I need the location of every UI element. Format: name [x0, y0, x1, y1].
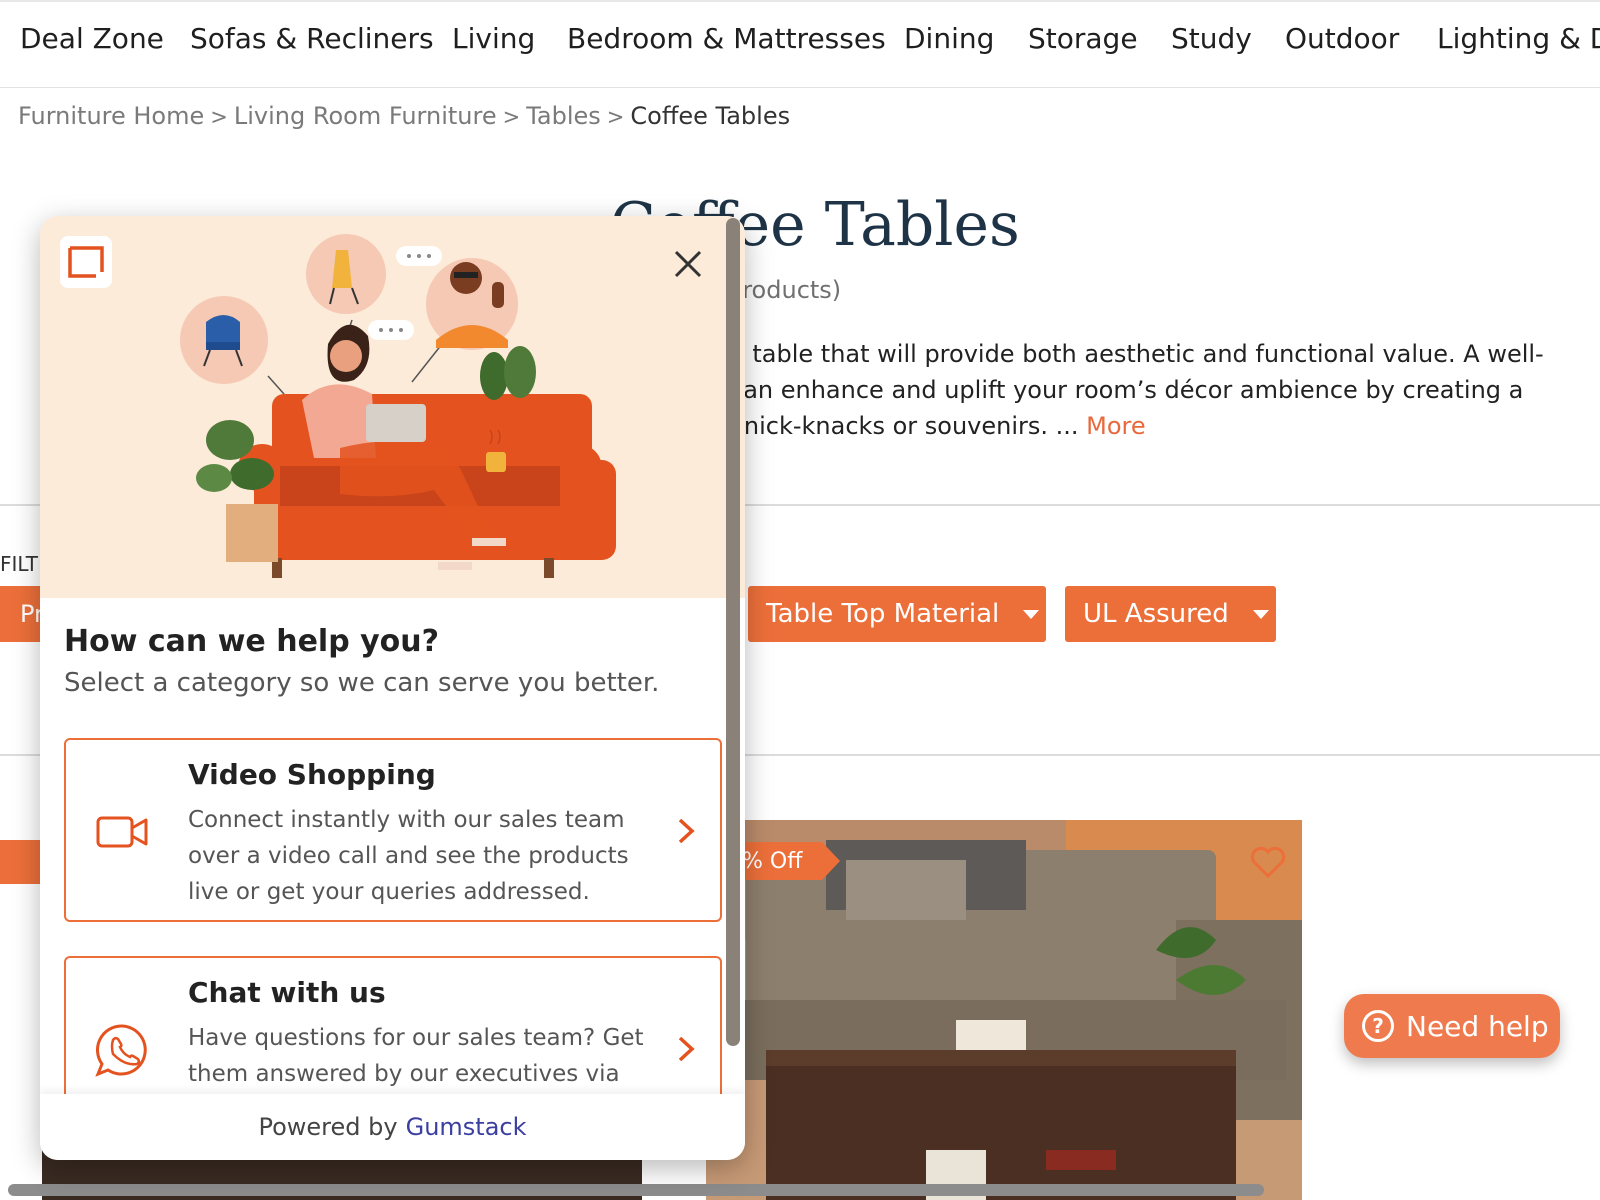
description-line: knick-knacks or souvenirs. ...	[730, 412, 1087, 440]
popup-scrollbar[interactable]	[726, 218, 740, 1046]
nav-item-dining[interactable]: Dining	[904, 22, 994, 55]
chevron-right-icon	[676, 816, 696, 846]
breadcrumb-separator: >	[502, 105, 521, 129]
video-shopping-title: Video Shopping	[188, 758, 436, 791]
need-help-label: Need help	[1406, 1009, 1549, 1043]
more-link[interactable]: More	[1086, 412, 1146, 440]
help-popup: How can we help you? Select a category s…	[40, 216, 745, 1160]
chat-with-us-description: Have questions for our sales team? Get t…	[188, 1025, 644, 1087]
video-shopping-description: Connect instantly with our sales team ov…	[188, 807, 629, 905]
description-line: can enhance and uplift your room’s décor…	[730, 376, 1524, 404]
filter-table-top-material-label: Table Top Material	[766, 599, 1000, 629]
video-shopping-option[interactable]: Video Shopping Connect instantly with ou…	[64, 738, 722, 922]
popup-footer: Powered by Gumstack	[40, 1094, 745, 1160]
wishlist-heart-icon[interactable]	[1248, 842, 1288, 882]
description-line-last: knick-knacks or souvenirs. ... More	[730, 408, 1560, 444]
nav-item-bedroom-mattresses[interactable]: Bedroom & Mattresses	[567, 22, 886, 55]
nav-item-lighting-decor[interactable]: Lighting & D	[1437, 22, 1600, 55]
filter-ul-assured-button[interactable]: UL Assured	[1065, 586, 1276, 642]
popup-subheading: Select a category so we can serve you be…	[64, 668, 660, 698]
customer-support-illustration	[180, 234, 616, 578]
video-camera-icon	[94, 804, 150, 860]
breadcrumb-separator: >	[606, 105, 625, 129]
powered-by-label: Powered by	[258, 1113, 398, 1141]
filters-label: FILT	[0, 552, 39, 576]
breadcrumb-living-room-furniture[interactable]: Living Room Furniture	[234, 102, 497, 130]
chat-with-us-option[interactable]: Chat with us Have questions for our sale…	[64, 956, 722, 1116]
nav-item-sofas-recliners[interactable]: Sofas & Recliners	[190, 22, 434, 55]
nav-divider	[0, 0, 1600, 2]
discount-label: % Off	[742, 848, 803, 874]
caret-down-icon	[1252, 609, 1269, 619]
breadcrumb-tables[interactable]: Tables	[526, 102, 601, 130]
breadcrumb-separator: >	[210, 105, 228, 129]
left-card-badge	[0, 840, 44, 884]
nav-item-deal-zone[interactable]: Deal Zone	[20, 22, 164, 55]
filter-ul-assured-label: UL Assured	[1083, 599, 1229, 629]
caret-down-icon	[1023, 609, 1040, 619]
need-help-button[interactable]: ? Need help	[1344, 994, 1560, 1058]
description-line: e table that will provide both aesthetic…	[730, 340, 1544, 368]
popup-heading: How can we help you?	[64, 624, 440, 659]
top-navigation: Deal Zone Sofas & Recliners Living Bedro…	[0, 0, 1600, 88]
nav-item-outdoor[interactable]: Outdoor	[1285, 22, 1399, 55]
nav-item-storage[interactable]: Storage	[1028, 22, 1138, 55]
whatsapp-icon	[94, 1022, 150, 1078]
close-icon[interactable]	[668, 244, 708, 284]
breadcrumb: Furniture Home > Living Room Furniture > Tab…	[18, 102, 790, 130]
chat-with-us-title: Chat with us	[188, 976, 386, 1009]
breadcrumb-furniture-home[interactable]: Furniture Home	[18, 102, 204, 130]
category-description: e table that will provide both aesthetic…	[730, 336, 1560, 444]
discount-badge: % Off	[732, 842, 841, 880]
breadcrumb-current: Coffee Tables	[630, 102, 791, 130]
help-question-icon: ?	[1362, 1010, 1394, 1042]
horizontal-scrollbar[interactable]	[8, 1184, 1264, 1196]
gumstack-link[interactable]: Gumstack	[406, 1113, 527, 1141]
nav-item-study[interactable]: Study	[1171, 22, 1252, 55]
filter-table-top-material-button[interactable]: Table Top Material	[748, 586, 1046, 642]
nav-item-living[interactable]: Living	[452, 22, 535, 55]
popup-hero-illustration	[40, 216, 745, 598]
chevron-right-icon	[676, 1034, 696, 1064]
page-root: Deal Zone Sofas & Recliners Living Bedro…	[0, 0, 1600, 1200]
brand-logo-icon	[60, 236, 112, 288]
